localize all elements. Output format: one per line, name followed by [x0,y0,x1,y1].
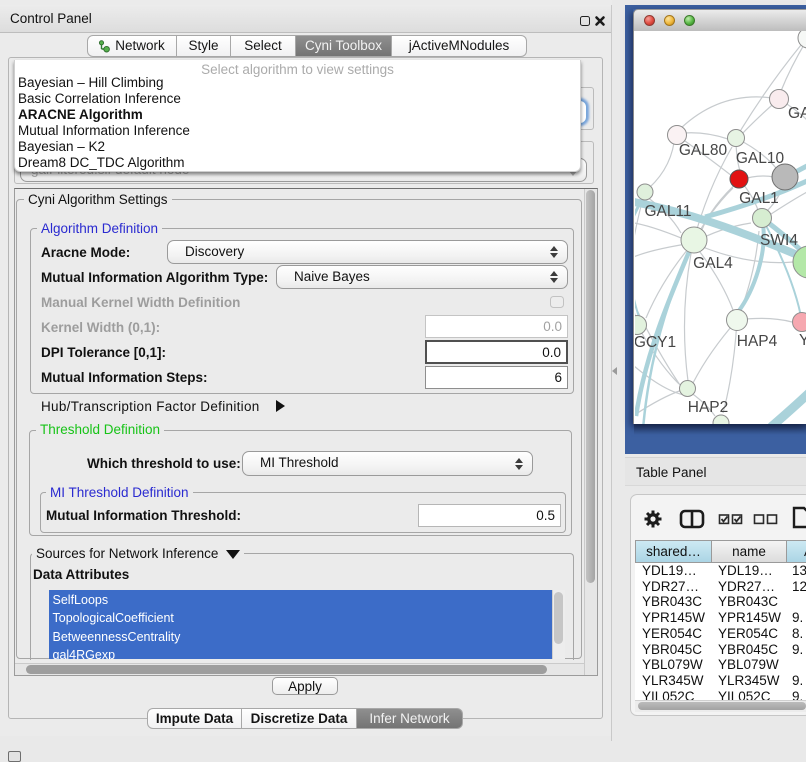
svg-text:YJ: YJ [799,332,806,349]
svg-text:GAL11: GAL11 [644,203,691,220]
svg-text:SWI4: SWI4 [760,232,798,249]
svg-text:GAL1: GAL1 [739,190,779,207]
svg-text:GAL7: GAL7 [788,105,806,122]
svg-text:GAL10: GAL10 [736,150,785,167]
svg-text:HAP2: HAP2 [688,399,729,416]
svg-text:GCY1: GCY1 [635,334,676,351]
svg-text:GAL4: GAL4 [693,255,733,272]
svg-text:HAP4: HAP4 [737,333,778,350]
svg-text:GAL80: GAL80 [679,142,728,159]
